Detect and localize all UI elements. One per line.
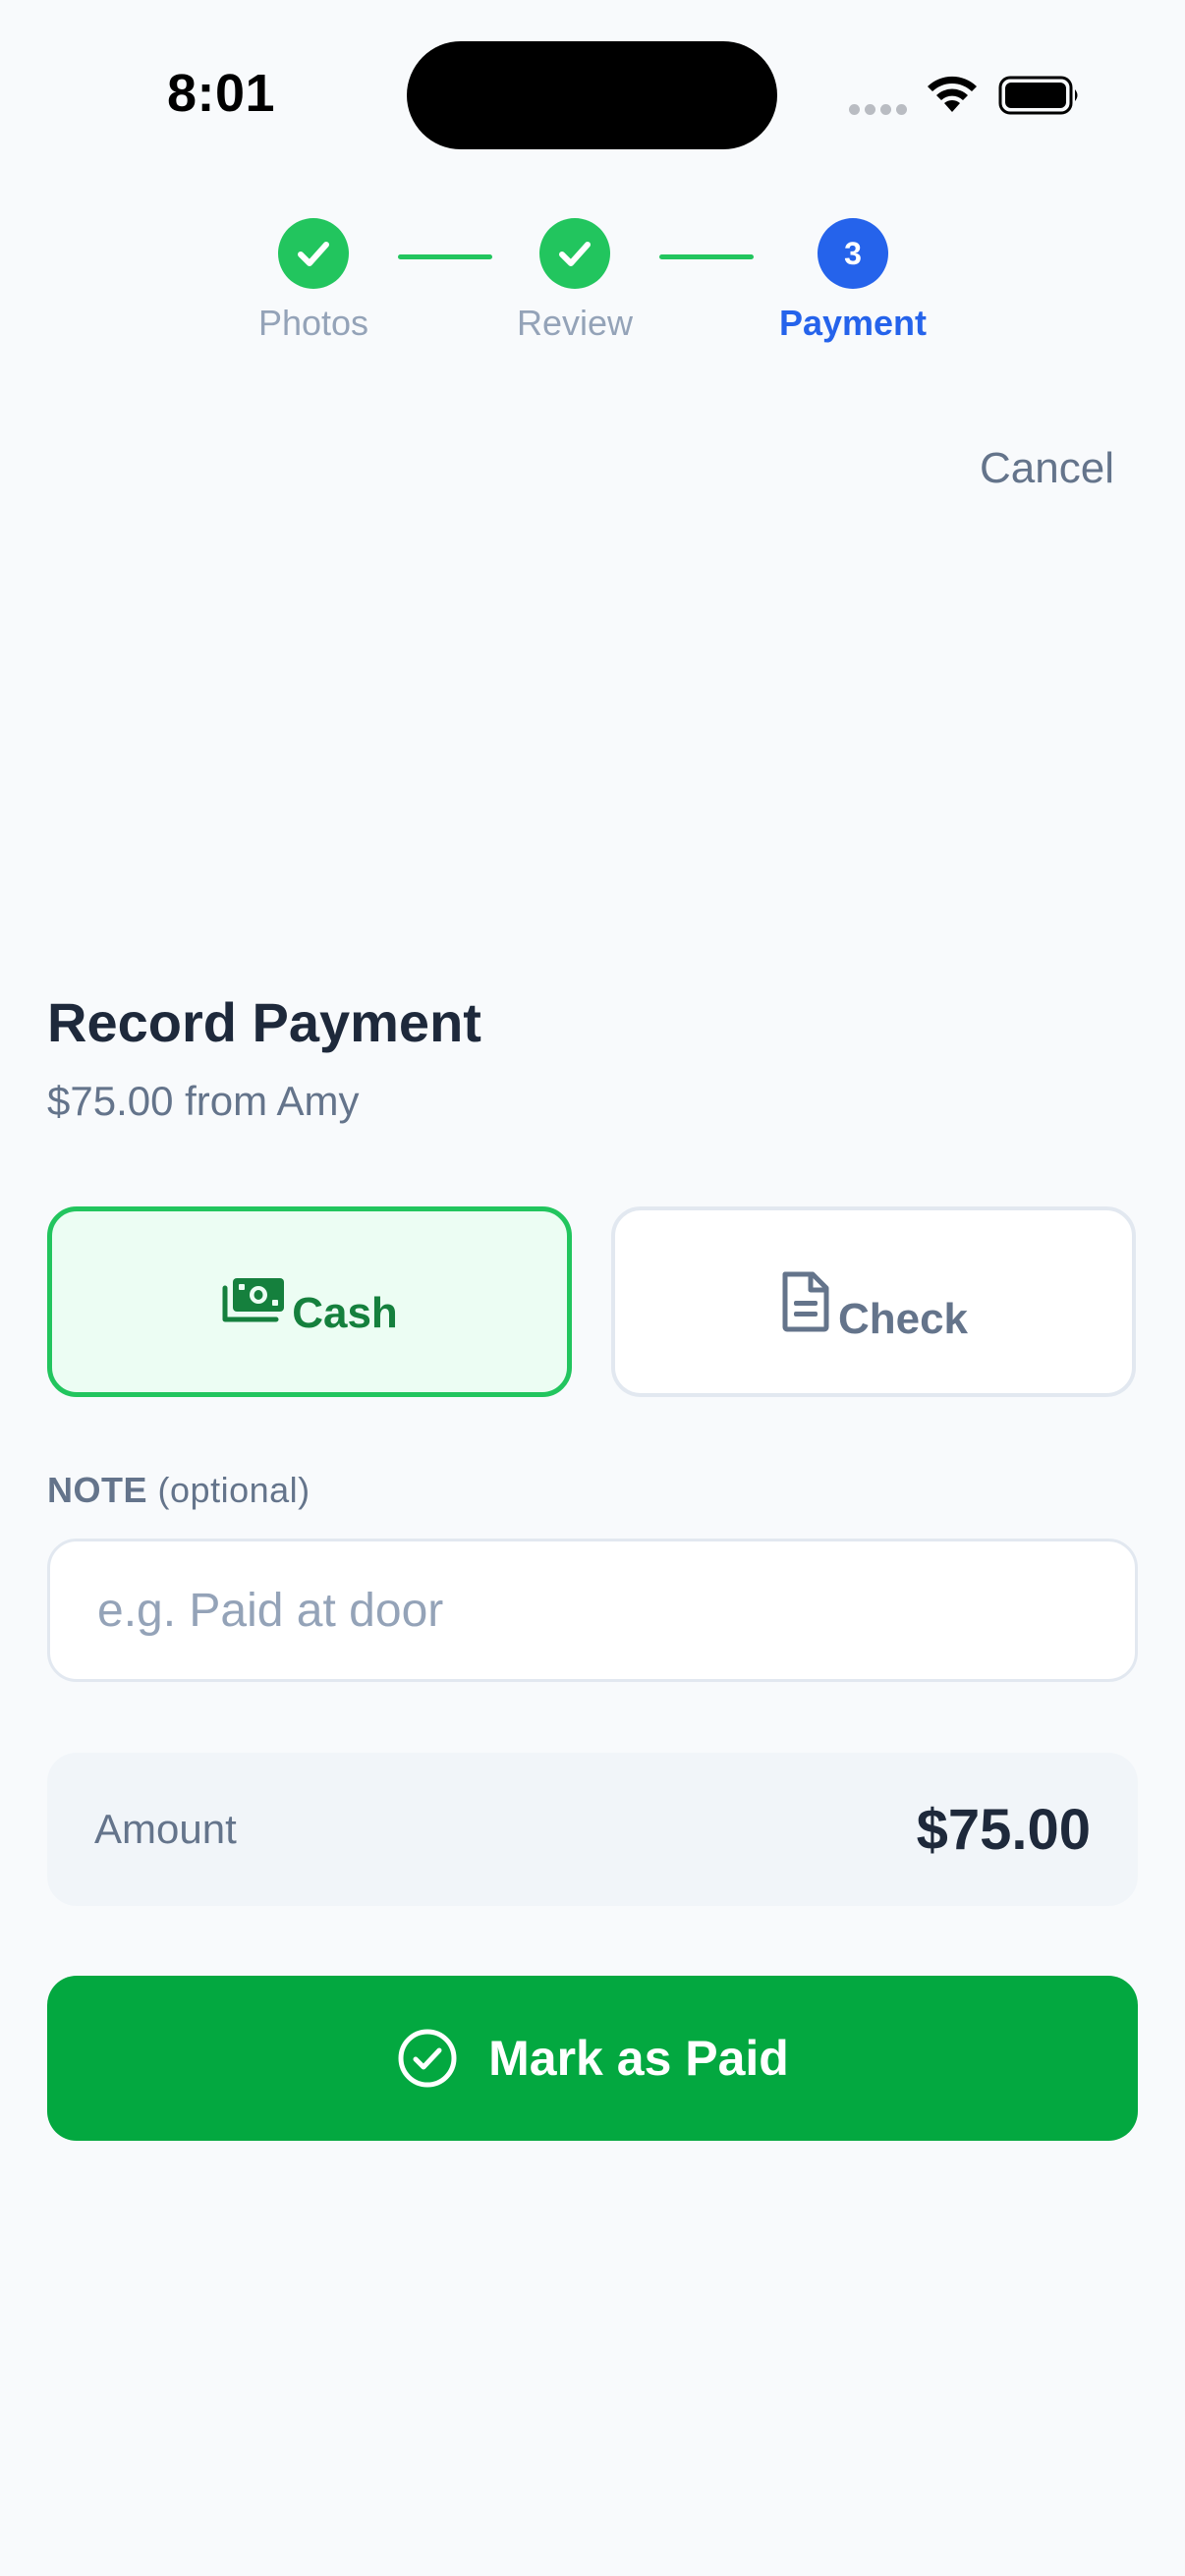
cancel-button[interactable]: Cancel — [980, 444, 1114, 493]
note-label: NOTE (optional) — [47, 1470, 310, 1511]
note-label-optional: (optional) — [157, 1470, 310, 1510]
cash-icon — [222, 1278, 285, 1322]
check-label: Check — [837, 1295, 969, 1343]
payment-subtitle: $75.00 from Amy — [47, 1078, 360, 1124]
payment-method-check-button[interactable]: Check — [611, 1206, 1136, 1397]
document-icon — [782, 1271, 829, 1332]
step-label-review: Review — [516, 303, 634, 343]
mark-as-paid-button[interactable]: Mark as Paid — [47, 1976, 1138, 2141]
page-title: Record Payment — [47, 991, 481, 1053]
amount-label: Amount — [94, 1806, 237, 1852]
mark-as-paid-label: Mark as Paid — [488, 2031, 789, 2086]
amount-summary: Amount $75.00 — [47, 1753, 1138, 1906]
step-label-payment: Payment — [778, 303, 928, 343]
wifi-icon — [928, 76, 977, 112]
step-photos-check-icon — [278, 218, 349, 289]
note-label-text: NOTE — [47, 1470, 148, 1510]
amount-value: $75.00 — [916, 1797, 1091, 1862]
step-payment-number: 3 — [818, 218, 888, 289]
status-time: 8:01 — [167, 64, 276, 123]
step-review-check-icon — [539, 218, 610, 289]
battery-icon — [998, 76, 1078, 115]
payment-method-cash-button[interactable]: Cash — [47, 1206, 572, 1397]
step-connector — [659, 254, 754, 259]
check-circle-icon — [398, 2029, 457, 2088]
dynamic-island — [407, 41, 777, 149]
cellular-signal-icon — [849, 104, 907, 115]
note-input[interactable] — [47, 1539, 1138, 1682]
step-connector — [398, 254, 492, 259]
cash-label: Cash — [292, 1289, 398, 1337]
step-label-photos: Photos — [257, 303, 369, 343]
